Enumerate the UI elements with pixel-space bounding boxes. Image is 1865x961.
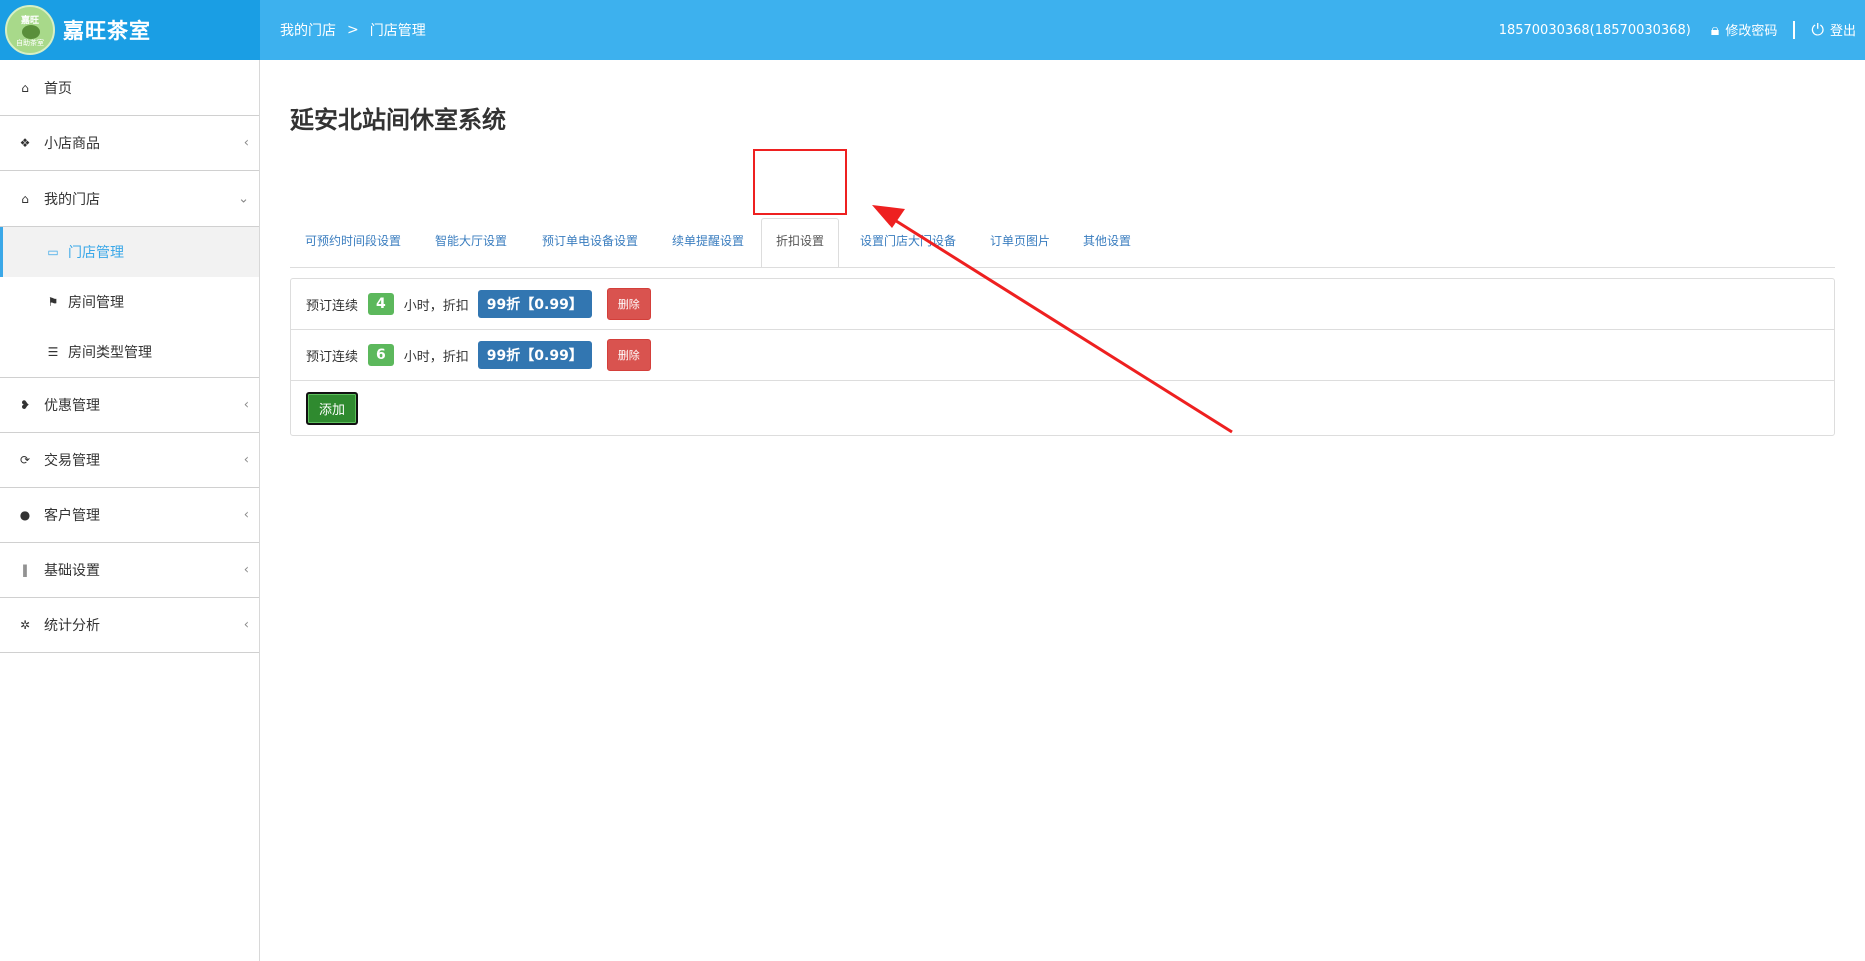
annotation-arrow [872,205,1233,434]
arrow-shaft [884,212,1233,434]
